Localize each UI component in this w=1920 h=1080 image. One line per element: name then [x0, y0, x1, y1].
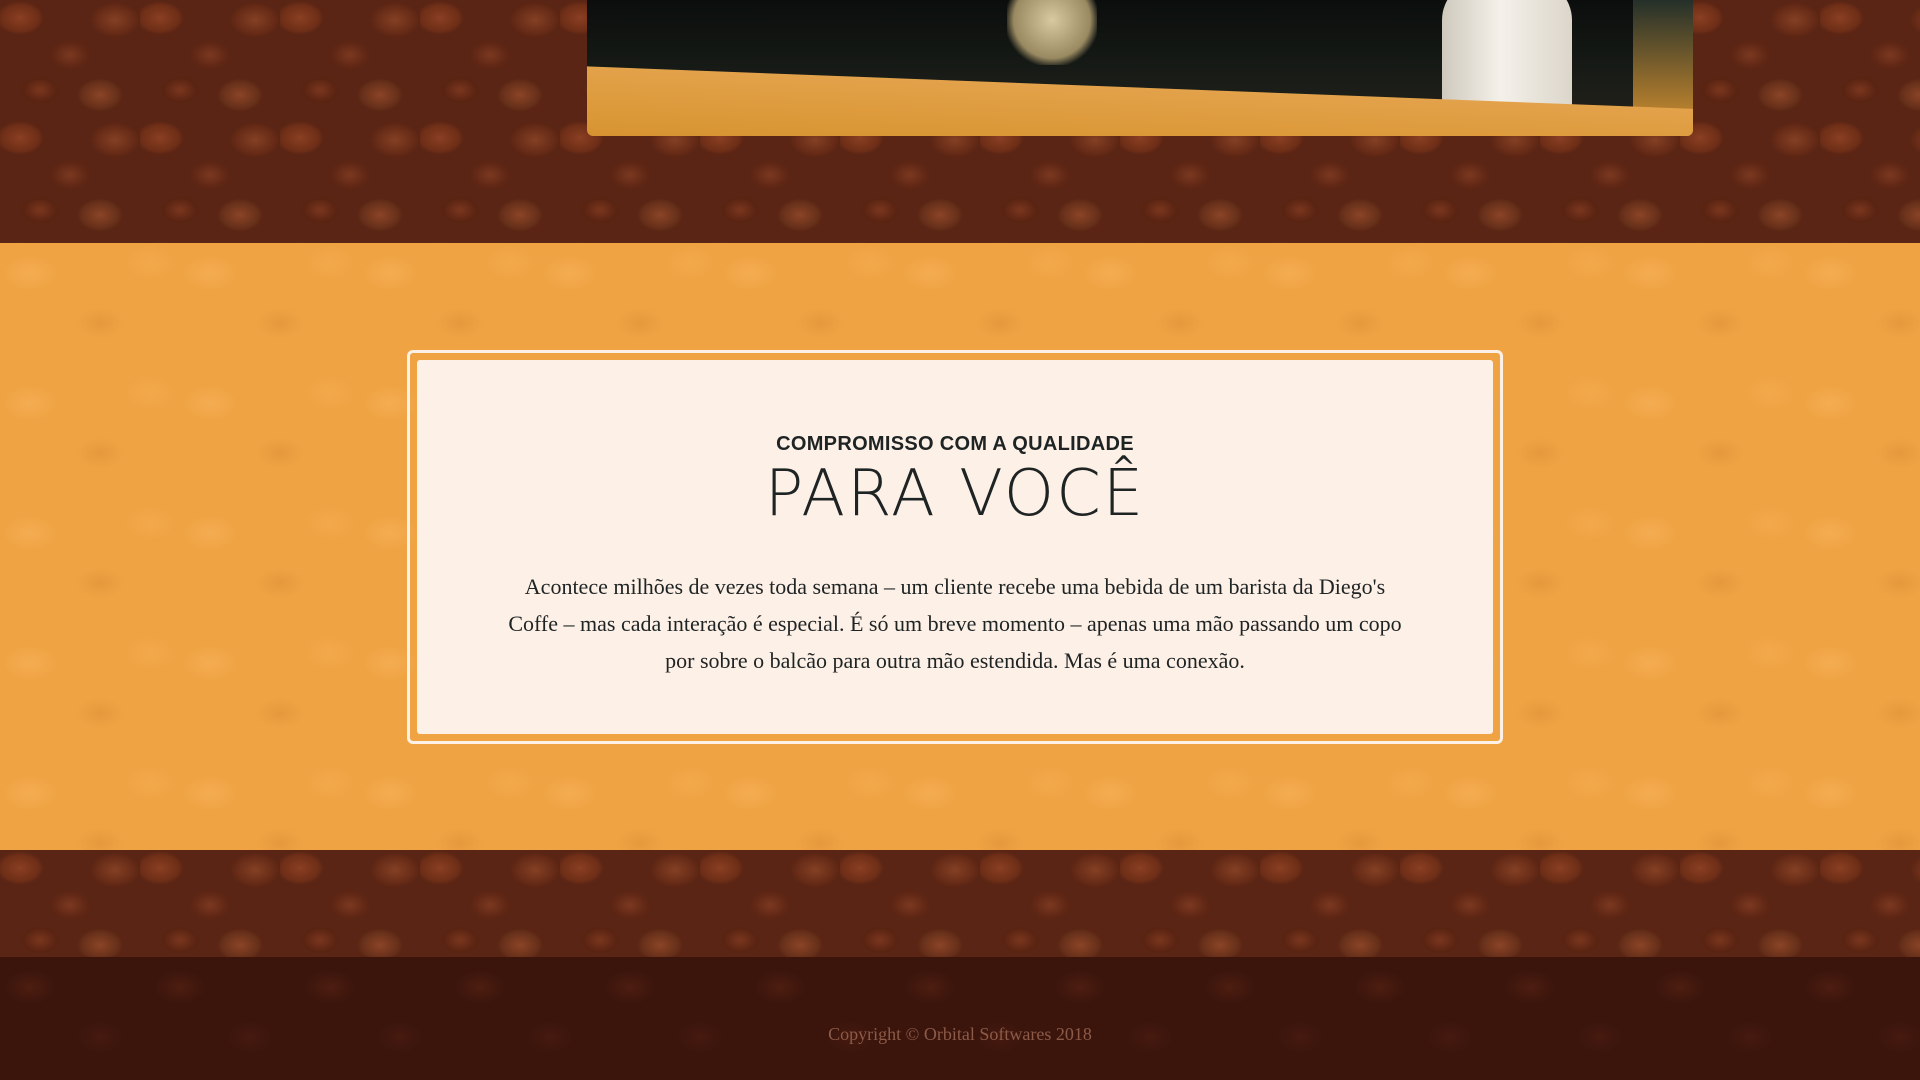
quality-card: COMPROMISSO COM A QUALIDADE PARA VOCÊ Ac… — [407, 350, 1503, 744]
hero-image-hand — [1007, 0, 1097, 65]
section-title: PARA VOCÊ — [764, 457, 1146, 531]
footer: Copyright © Orbital Softwares 2018 — [0, 957, 1920, 1080]
section-subtitle: COMPROMISSO COM A QUALIDADE — [776, 433, 1134, 455]
copyright-text: Copyright © Orbital Softwares 2018 — [828, 1024, 1092, 1044]
coffee-beans-strip — [0, 850, 1920, 957]
quality-card-body: COMPROMISSO COM A QUALIDADE PARA VOCÊ Ac… — [417, 360, 1493, 734]
section-paragraph: Acontece milhões de vezes toda semana – … — [508, 574, 1402, 673]
hero-section — [0, 0, 1920, 243]
coffee-beans-background — [0, 850, 1920, 957]
hero-image — [587, 0, 1693, 136]
